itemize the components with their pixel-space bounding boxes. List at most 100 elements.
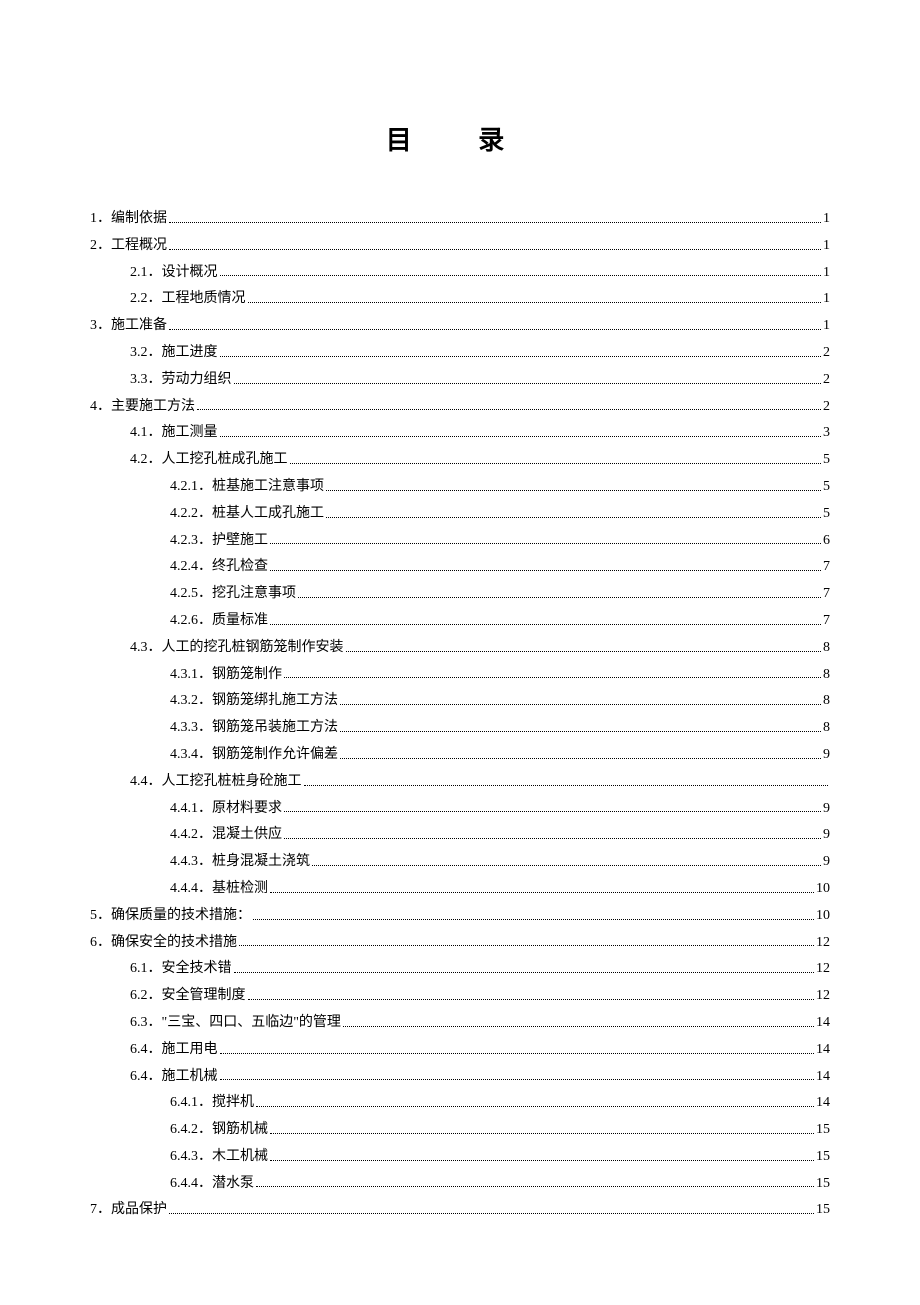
toc-entry[interactable]: 4.2.6．质量标准 7 [90,609,830,633]
toc-entry[interactable]: 6.4.3．木工机械15 [90,1145,830,1169]
toc-leader-dots [256,1105,814,1107]
toc-entry[interactable]: 4.3.3．钢筋笼吊装施工方法8 [90,716,830,740]
toc-entry[interactable]: 4.2.3．护壁施工 6 [90,529,830,553]
toc-entry-page: 8 [823,636,830,660]
toc-entry[interactable]: 4.4．人工挖孔桩桩身砼施工 [90,770,830,794]
toc-entry[interactable]: 6．确保安全的技术措施12 [90,931,830,955]
toc-entry[interactable]: 4.2.1．桩基施工注意事项 5 [90,475,830,499]
toc-entry-label: 2.1．设计概况 [130,261,218,285]
toc-entry-label: 3.2．施工进度 [130,341,218,365]
toc-entry[interactable]: 6.4．施工机械14 [90,1065,830,1089]
toc-entry-label: 4.3．人工的挖孔桩钢筋笼制作安装 [130,636,344,660]
toc-entry[interactable]: 4.4.1．原材料要求 9 [90,797,830,821]
toc-leader-dots [346,650,822,652]
toc-entry-label: 4.4.1．原材料要求 [170,797,282,821]
toc-entry-label: 4.4．人工挖孔桩桩身砼施工 [130,770,302,794]
toc-entry-label: 4.3.4．钢筋笼制作允许偏差 [170,743,338,767]
toc-entry-page: 9 [823,823,830,847]
toc-leader-dots [284,676,821,678]
toc-entry-page: 8 [823,663,830,687]
toc-entry[interactable]: 4.3．人工的挖孔桩钢筋笼制作安装 8 [90,636,830,660]
toc-leader-dots [169,1212,814,1214]
toc-entry[interactable]: 4.2.4．终孔检查7 [90,555,830,579]
toc-entry-page: 15 [816,1172,830,1196]
toc-leader-dots [340,757,821,759]
toc-entry[interactable]: 6.4.1．搅拌机14 [90,1091,830,1115]
toc-entry-page: 14 [816,1038,830,1062]
toc-entry[interactable]: 6.4.4．潜水泵15 [90,1172,830,1196]
toc-entry[interactable]: 4.4.2．混凝土供应9 [90,823,830,847]
toc-entry[interactable]: 7．成品保护15 [90,1198,830,1222]
toc-entry[interactable]: 4.3.4．钢筋笼制作允许偏差 9 [90,743,830,767]
toc-entry[interactable]: 4.3.2．钢筋笼绑扎施工方法8 [90,689,830,713]
toc-entry-page: 1 [823,287,830,311]
toc-entry-label: 1．编制依据 [90,207,167,231]
toc-leader-dots [270,542,821,544]
toc-entry[interactable]: 6.2．安全管理制度12 [90,984,830,1008]
toc-entry-page: 10 [816,904,830,928]
toc-entry[interactable]: 2.2．工程地质情况 1 [90,287,830,311]
toc-entry[interactable]: 1．编制依据1 [90,207,830,231]
toc-entry[interactable]: 4．主要施工方法2 [90,395,830,419]
toc-entry-page: 7 [823,555,830,579]
toc-entry-page: 12 [816,984,830,1008]
toc-entry-label: 6.4．施工用电 [130,1038,218,1062]
toc-leader-dots [326,516,821,518]
toc-entry-label: 5．确保质量的技术措施： [90,904,251,928]
toc-entry-page: 15 [816,1198,830,1222]
toc-entry-page: 9 [823,743,830,767]
toc-leader-dots [169,248,821,250]
toc-entry-page: 5 [823,475,830,499]
toc-entry-page: 14 [816,1011,830,1035]
toc-entry[interactable]: 4.3.1．钢筋笼制作8 [90,663,830,687]
toc-entry[interactable]: 3.2．施工进度 2 [90,341,830,365]
toc-entry-label: 3.3．劳动力组织 [130,368,232,392]
toc-entry-label: 2.2．工程地质情况 [130,287,246,311]
toc-entry-page: 1 [823,234,830,258]
toc-leader-dots [239,944,814,946]
toc-entry-label: 4.2.1．桩基施工注意事项 [170,475,324,499]
toc-entry-page: 6 [823,529,830,553]
toc-entry[interactable]: 6.1．安全技术错12 [90,957,830,981]
toc-entry[interactable]: 3．施工准备1 [90,314,830,338]
toc-entry-page: 9 [823,797,830,821]
toc-entry-label: 4.2.3．护壁施工 [170,529,268,553]
toc-leader-dots [270,1132,814,1134]
toc-leader-dots [340,703,821,705]
toc-entry[interactable]: 4.2.5．挖孔注意事项7 [90,582,830,606]
toc-leader-dots [169,221,821,223]
toc-entry[interactable]: 4.4.3．桩身混凝土浇筑9 [90,850,830,874]
toc-entry[interactable]: 6.3．"三宝、四口、五临边"的管理14 [90,1011,830,1035]
toc-entry-page: 2 [823,395,830,419]
toc-leader-dots [248,998,815,1000]
toc-leader-dots [284,810,821,812]
toc-leader-dots [256,1185,814,1187]
toc-entry-label: 4.2.6．质量标准 [170,609,268,633]
toc-leader-dots [253,918,814,920]
toc-leader-dots [234,971,815,973]
toc-entry-label: 6.1．安全技术错 [130,957,232,981]
toc-entry[interactable]: 2.1．设计概况 1 [90,261,830,285]
toc-entry-page: 2 [823,341,830,365]
toc-entry-page: 1 [823,261,830,285]
toc-entry[interactable]: 4.4.4．基桩检测 10 [90,877,830,901]
toc-entry-label: 4.4.4．基桩检测 [170,877,268,901]
toc-leader-dots [270,569,821,571]
toc-leader-dots [270,1159,814,1161]
toc-entry-page: 10 [816,877,830,901]
toc-entry[interactable]: 4.1．施工测量3 [90,421,830,445]
toc-entry-label: 4.4.3．桩身混凝土浇筑 [170,850,310,874]
toc-entry-page: 3 [823,421,830,445]
toc-entry[interactable]: 4.2.2．桩基人工成孔施工5 [90,502,830,526]
toc-entry-page: 7 [823,609,830,633]
toc-entry-label: 3．施工准备 [90,314,167,338]
toc-entry[interactable]: 3.3．劳动力组织2 [90,368,830,392]
toc-entry[interactable]: 5．确保质量的技术措施： 10 [90,904,830,928]
toc-leader-dots [220,1052,815,1054]
toc-leader-dots [248,301,822,303]
toc-entry[interactable]: 6.4.2．钢筋机械15 [90,1118,830,1142]
toc-entry[interactable]: 2．工程概况1 [90,234,830,258]
toc-entry[interactable]: 4.2．人工挖孔桩成孔施工5 [90,448,830,472]
toc-entry[interactable]: 6.4．施工用电 14 [90,1038,830,1062]
toc-entry-label: 6.4.1．搅拌机 [170,1091,254,1115]
